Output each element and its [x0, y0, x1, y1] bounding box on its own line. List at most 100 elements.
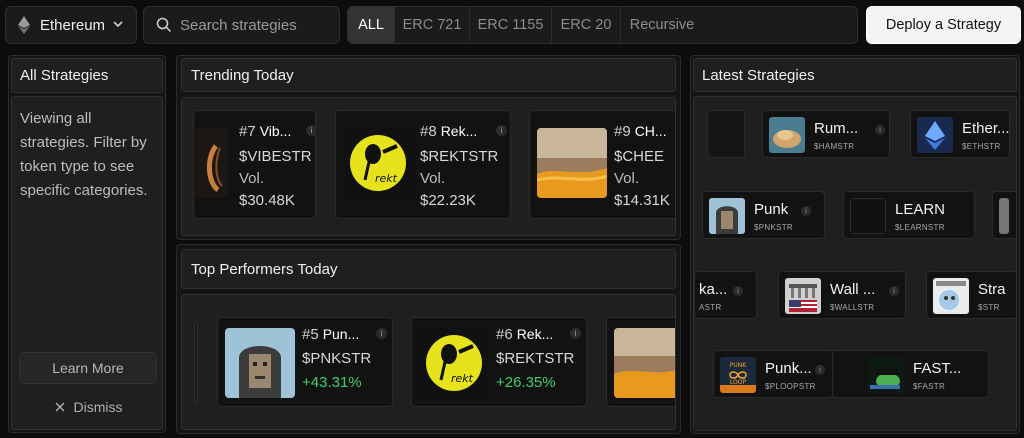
dismiss-button[interactable]: Dismiss	[19, 393, 157, 421]
trending-today-panel: Trending Today #7 Vib... i $VIBESTR Vol. …	[176, 55, 681, 240]
filter-all[interactable]: ALL	[348, 7, 395, 43]
item-symbol: $ETHSTR	[962, 142, 1001, 151]
trending-card[interactable]: #7 Vib... i $VIBESTR Vol. $30.48K	[193, 110, 316, 219]
top-bar: Ethereum ALL ERC 721 ERC 1155 ERC 20 Rec…	[0, 0, 1024, 50]
search-input[interactable]	[180, 16, 330, 34]
latest-item[interactable]: Ether... $ETHSTR	[910, 110, 1010, 158]
latest-item[interactable]: Stra $STR	[926, 271, 1016, 319]
ethereum-icon	[18, 16, 30, 34]
close-icon	[55, 402, 64, 412]
item-name: Wall ...	[830, 281, 876, 298]
filter-erc20[interactable]: ERC 20	[552, 7, 621, 43]
latest-item[interactable]: Punk $PNKSTR i	[702, 191, 825, 239]
card-rank: #8	[420, 123, 437, 140]
card-name: Pun...	[322, 326, 360, 342]
strategy-meme-thumbnail	[933, 278, 969, 314]
search-icon	[156, 17, 172, 33]
search-box[interactable]	[143, 6, 340, 44]
info-icon[interactable]: i	[376, 328, 387, 339]
latest-item[interactable]	[707, 110, 745, 158]
info-icon[interactable]: i	[306, 125, 315, 136]
item-name: Rum...	[814, 120, 859, 137]
punk-thumbnail	[709, 198, 745, 234]
latest-grid: Rum... $HAMSTR i Ether... $ETHSTR Punk $…	[693, 96, 1017, 431]
rekt-thumbnail: rekt	[343, 128, 413, 198]
info-box: Viewing all strategies. Filter by token …	[11, 96, 163, 430]
wall-street-thumbnail	[785, 278, 821, 314]
card-name: Rek...	[516, 326, 554, 342]
trending-card[interactable]: rekt #8 Rek... i $REKTSTR Vol. $22.23K	[335, 110, 511, 219]
deploy-strategy-button[interactable]: Deploy a Strategy	[866, 6, 1021, 44]
item-name: Ether...	[962, 120, 1010, 137]
punk-thumbnail	[225, 328, 295, 398]
card-ticker: $VIBESTR	[239, 148, 312, 165]
latest-item[interactable]: Rum... $HAMSTR i	[762, 110, 890, 158]
latest-item[interactable]: LEARN $LEARNSTR	[843, 191, 975, 239]
card-ticker: $CHEE	[614, 148, 665, 165]
card-volume-label: Vol.	[614, 170, 640, 187]
info-icon[interactable]: i	[733, 286, 743, 296]
item-symbol: $STR	[978, 303, 1000, 312]
chevron-down-icon	[113, 21, 123, 28]
punk-loop-logo-text: PUNK	[730, 362, 747, 369]
top-performers-panel: Top Performers Today #5 Pun... i $PNKSTR …	[176, 244, 681, 434]
performer-card[interactable]: rekt #6 Rek... i $REKTSTR +26.35%	[411, 317, 587, 407]
performer-card[interactable]: #5 Pun... i $PNKSTR +43.31%	[217, 317, 393, 407]
card-ticker: $REKTSTR	[496, 350, 575, 367]
latest-item[interactable]	[992, 191, 1016, 239]
panel-title: All Strategies	[11, 58, 163, 93]
card-name: CH...	[634, 123, 667, 139]
hamster-thumbnail	[769, 117, 805, 153]
info-icon[interactable]: i	[889, 286, 899, 296]
item-name: Punk...	[765, 360, 812, 377]
filter-recursive[interactable]: Recursive	[621, 7, 703, 43]
card-rank: #7	[239, 123, 256, 140]
info-icon[interactable]: i	[815, 365, 825, 375]
scroll-edge	[194, 322, 198, 404]
latest-item[interactable]: FAST... $FASTR	[832, 350, 989, 398]
performer-card[interactable]	[606, 317, 675, 407]
trending-card[interactable]: #9 CH... $CHEE Vol. $14.31K	[529, 110, 675, 219]
card-volume-label: Vol.	[420, 170, 446, 187]
card-ticker: $PNKSTR	[302, 350, 372, 367]
all-strategies-panel: All Strategies Viewing all strategies. F…	[8, 55, 166, 433]
cheese-thumbnail	[537, 128, 607, 198]
chain-selector[interactable]: Ethereum	[5, 6, 137, 44]
rekt-logo-text: rekt	[451, 372, 474, 385]
filter-erc1155[interactable]: ERC 1155	[470, 7, 552, 43]
item-name: LEARN	[895, 201, 946, 218]
learn-more-button[interactable]: Learn More	[19, 352, 157, 384]
item-symbol: $FASTR	[913, 382, 946, 391]
latest-item[interactable]: Wall ... $WALLSTR i	[778, 271, 906, 319]
frog-thumbnail	[868, 357, 904, 393]
punk-loop-thumbnail: PUNK LOOP	[720, 357, 756, 393]
placeholder-tile	[708, 111, 744, 157]
top-performers-carousel: #5 Pun... i $PNKSTR +43.31% rekt #6 Rek...…	[181, 294, 676, 430]
item-symbol: $PLOOPSTR	[765, 382, 816, 391]
top-performers-title: Top Performers Today	[181, 249, 676, 289]
item-symbol: $PNKSTR	[754, 223, 793, 232]
info-icon[interactable]: i	[801, 206, 811, 216]
card-volume: $14.31K	[614, 192, 670, 209]
card-change: +26.35%	[496, 374, 556, 391]
info-icon[interactable]: i	[570, 328, 581, 339]
card-rank: #6	[496, 326, 513, 343]
card-volume-label: Vol.	[239, 170, 265, 187]
latest-item[interactable]: ka... ASTR i	[694, 271, 757, 319]
card-change: +43.31%	[302, 374, 362, 391]
latest-item[interactable]: PUNK LOOP Punk... $PLOOPSTR i	[713, 350, 833, 398]
card-rank: #9	[614, 123, 631, 140]
card-name: Vib...	[259, 123, 292, 139]
svg-text:LOOP: LOOP	[730, 379, 747, 386]
cheese-thumbnail	[614, 328, 675, 398]
info-icon[interactable]: i	[875, 125, 885, 135]
info-icon[interactable]: i	[496, 125, 507, 136]
info-description: Viewing all strategies. Filter by token …	[20, 110, 148, 199]
trending-title: Trending Today	[181, 58, 676, 92]
card-thumbnail	[194, 128, 228, 198]
item-name: Stra	[978, 281, 1006, 298]
trending-carousel: #7 Vib... i $VIBESTR Vol. $30.48K rekt #8…	[181, 97, 676, 236]
filter-erc721[interactable]: ERC 721	[395, 7, 470, 43]
latest-title: Latest Strategies	[693, 58, 1017, 92]
item-symbol: $HAMSTR	[814, 142, 855, 151]
